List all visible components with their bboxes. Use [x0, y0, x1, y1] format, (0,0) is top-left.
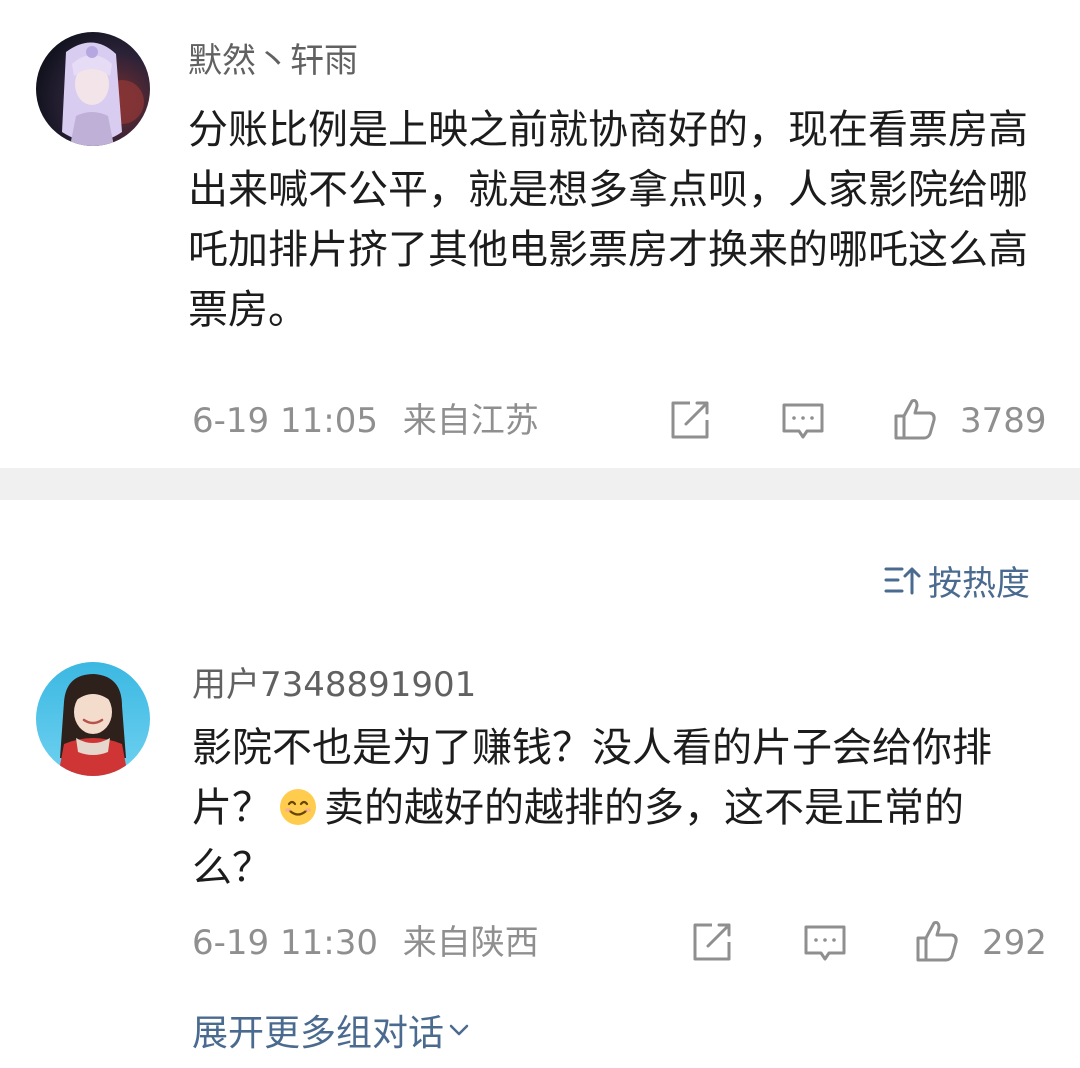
comment-icon[interactable] — [802, 920, 848, 966]
comment-item: 用户7348891901 影院不也是为了赚钱？没人看的片子会给你排片？ 卖的越好的… — [0, 640, 1080, 1068]
comment-item: 默然丶轩雨 分账比例是上映之前就协商好的，现在看票房高出来喊不公平，就是想多拿点… — [0, 0, 1080, 468]
comment-location: 来自陕西 — [402, 923, 539, 963]
sort-label: 按热度 — [928, 563, 1030, 604]
sort-button[interactable]: 按热度 — [884, 562, 1030, 604]
comment-meta: 6-19 11:05 来自江苏 — [192, 404, 539, 438]
smile-emoji-icon — [280, 789, 316, 825]
avatar-image — [36, 32, 150, 146]
expand-label: 展开更多组对话 — [192, 1013, 445, 1054]
username[interactable]: 用户7348891901 — [192, 668, 476, 702]
like-icon[interactable] — [914, 918, 960, 964]
comment-icon[interactable] — [780, 398, 826, 444]
expand-conversation-link[interactable]: 展开更多组对话 — [192, 1004, 470, 1056]
comment-text: 分账比例是上映之前就协商好的，现在看票房高出来喊不公平，就是想多拿点呗，人家影院… — [188, 107, 1028, 333]
avatar-image — [36, 662, 150, 776]
sort-icon — [884, 567, 921, 595]
share-icon[interactable] — [666, 398, 712, 444]
username[interactable]: 默然丶轩雨 — [188, 44, 358, 78]
share-icon[interactable] — [688, 920, 734, 966]
comment-meta: 6-19 11:30 来自陕西 — [192, 926, 539, 960]
comment-time: 6-19 11:30 — [192, 923, 378, 963]
avatar[interactable] — [36, 32, 150, 146]
avatar[interactable] — [36, 662, 150, 776]
comment-time: 6-19 11:05 — [192, 401, 378, 441]
comment-location: 来自江苏 — [402, 401, 539, 441]
comment-feed: 默然丶轩雨 分账比例是上映之前就协商好的，现在看票房高出来喊不公平，就是想多拿点… — [0, 0, 1080, 1068]
like-count: 3789 — [960, 401, 1047, 441]
like-icon[interactable] — [892, 396, 938, 442]
section-divider — [0, 468, 1080, 500]
like-count: 292 — [982, 923, 1047, 963]
comment-text: 影院不也是为了赚钱？没人看的片子会给你排片？ 卖的越好的越排的多，这不是正常的么？ — [192, 718, 1042, 898]
chevron-down-icon — [449, 1024, 469, 1036]
